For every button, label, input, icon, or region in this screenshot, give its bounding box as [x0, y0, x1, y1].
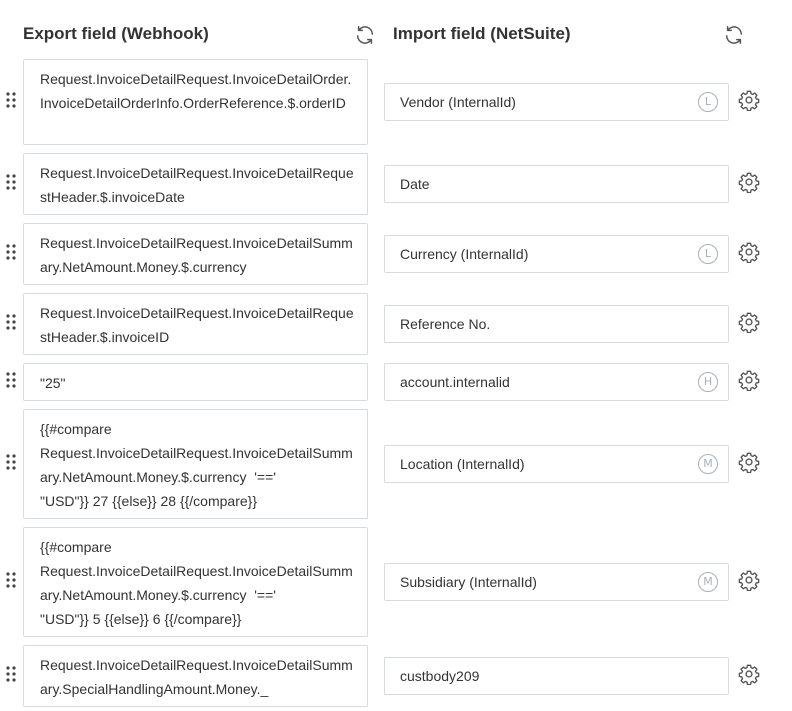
gear-icon: [738, 312, 760, 333]
export-field[interactable]: "25": [23, 363, 368, 401]
settings-button[interactable]: [738, 241, 760, 263]
gear-icon: [738, 90, 760, 111]
drag-handle-icon: [6, 372, 16, 388]
gear-icon: [738, 370, 760, 391]
hardcoded-badge: H: [698, 372, 718, 392]
import-field-label: Subsidiary (InternalId): [400, 574, 537, 590]
refresh-icon: [356, 26, 374, 44]
drag-handle-icon: [6, 454, 16, 470]
gear-icon: [738, 452, 760, 473]
drag-handle-icon: [6, 174, 16, 190]
import-field[interactable]: account.internalid H: [384, 363, 729, 401]
export-field-header: Export field (Webhook): [23, 24, 209, 43]
import-field-label: Location (InternalId): [400, 456, 525, 472]
import-field-label: Vendor (InternalId): [400, 94, 516, 110]
drag-handle[interactable]: [5, 665, 17, 683]
drag-handle[interactable]: [5, 91, 17, 109]
settings-button[interactable]: [738, 89, 760, 111]
import-field[interactable]: Reference No.: [384, 305, 729, 343]
drag-handle-icon: [6, 666, 16, 682]
import-field[interactable]: Subsidiary (InternalId) M: [384, 563, 729, 601]
export-field[interactable]: Request.InvoiceDetailRequest.InvoiceDeta…: [23, 645, 368, 707]
drag-handle[interactable]: [5, 571, 17, 589]
export-field[interactable]: Request.InvoiceDetailRequest.InvoiceDeta…: [23, 153, 368, 215]
import-field[interactable]: Currency (InternalId) L: [384, 235, 729, 273]
import-field-label: Currency (InternalId): [400, 246, 529, 262]
lookup-badge: L: [698, 92, 718, 112]
multifield-badge: M: [698, 454, 718, 474]
import-field-header: Import field (NetSuite): [393, 24, 571, 43]
gear-icon: [738, 570, 760, 591]
settings-button[interactable]: [738, 451, 760, 473]
import-refresh-button[interactable]: [723, 24, 745, 46]
lookup-badge: L: [698, 244, 718, 264]
settings-button[interactable]: [738, 369, 760, 391]
drag-handle[interactable]: [5, 453, 17, 471]
drag-handle-icon: [6, 244, 16, 260]
drag-handle[interactable]: [5, 371, 17, 389]
settings-button[interactable]: [738, 663, 760, 685]
export-field[interactable]: Request.InvoiceDetailRequest.InvoiceDeta…: [23, 293, 368, 355]
gear-icon: [738, 242, 760, 263]
import-field-label: Date: [400, 176, 430, 192]
export-field[interactable]: {{#compare Request.InvoiceDetailRequest.…: [23, 409, 368, 519]
export-field[interactable]: Request.InvoiceDetailRequest.InvoiceDeta…: [23, 223, 368, 285]
drag-handle[interactable]: [5, 313, 17, 331]
settings-button[interactable]: [738, 171, 760, 193]
import-field[interactable]: Date: [384, 165, 729, 203]
import-field[interactable]: Vendor (InternalId) L: [384, 83, 729, 121]
refresh-icon: [725, 26, 743, 44]
import-field-label: custbody209: [400, 668, 480, 684]
gear-icon: [738, 664, 760, 685]
gear-icon: [738, 172, 760, 193]
drag-handle[interactable]: [5, 173, 17, 191]
multifield-badge: M: [698, 572, 718, 592]
drag-handle-icon: [6, 314, 16, 330]
import-field[interactable]: Location (InternalId) M: [384, 445, 729, 483]
export-field[interactable]: Request.InvoiceDetailRequest.InvoiceDeta…: [23, 59, 368, 145]
drag-handle-icon: [6, 92, 16, 108]
import-field-label: Reference No.: [400, 316, 491, 332]
drag-handle-icon: [6, 572, 16, 588]
export-refresh-button[interactable]: [354, 24, 376, 46]
export-field[interactable]: {{#compare Request.InvoiceDetailRequest.…: [23, 527, 368, 637]
settings-button[interactable]: [738, 311, 760, 333]
import-field[interactable]: custbody209: [384, 657, 729, 695]
settings-button[interactable]: [738, 569, 760, 591]
drag-handle[interactable]: [5, 243, 17, 261]
import-field-label: account.internalid: [400, 374, 510, 390]
